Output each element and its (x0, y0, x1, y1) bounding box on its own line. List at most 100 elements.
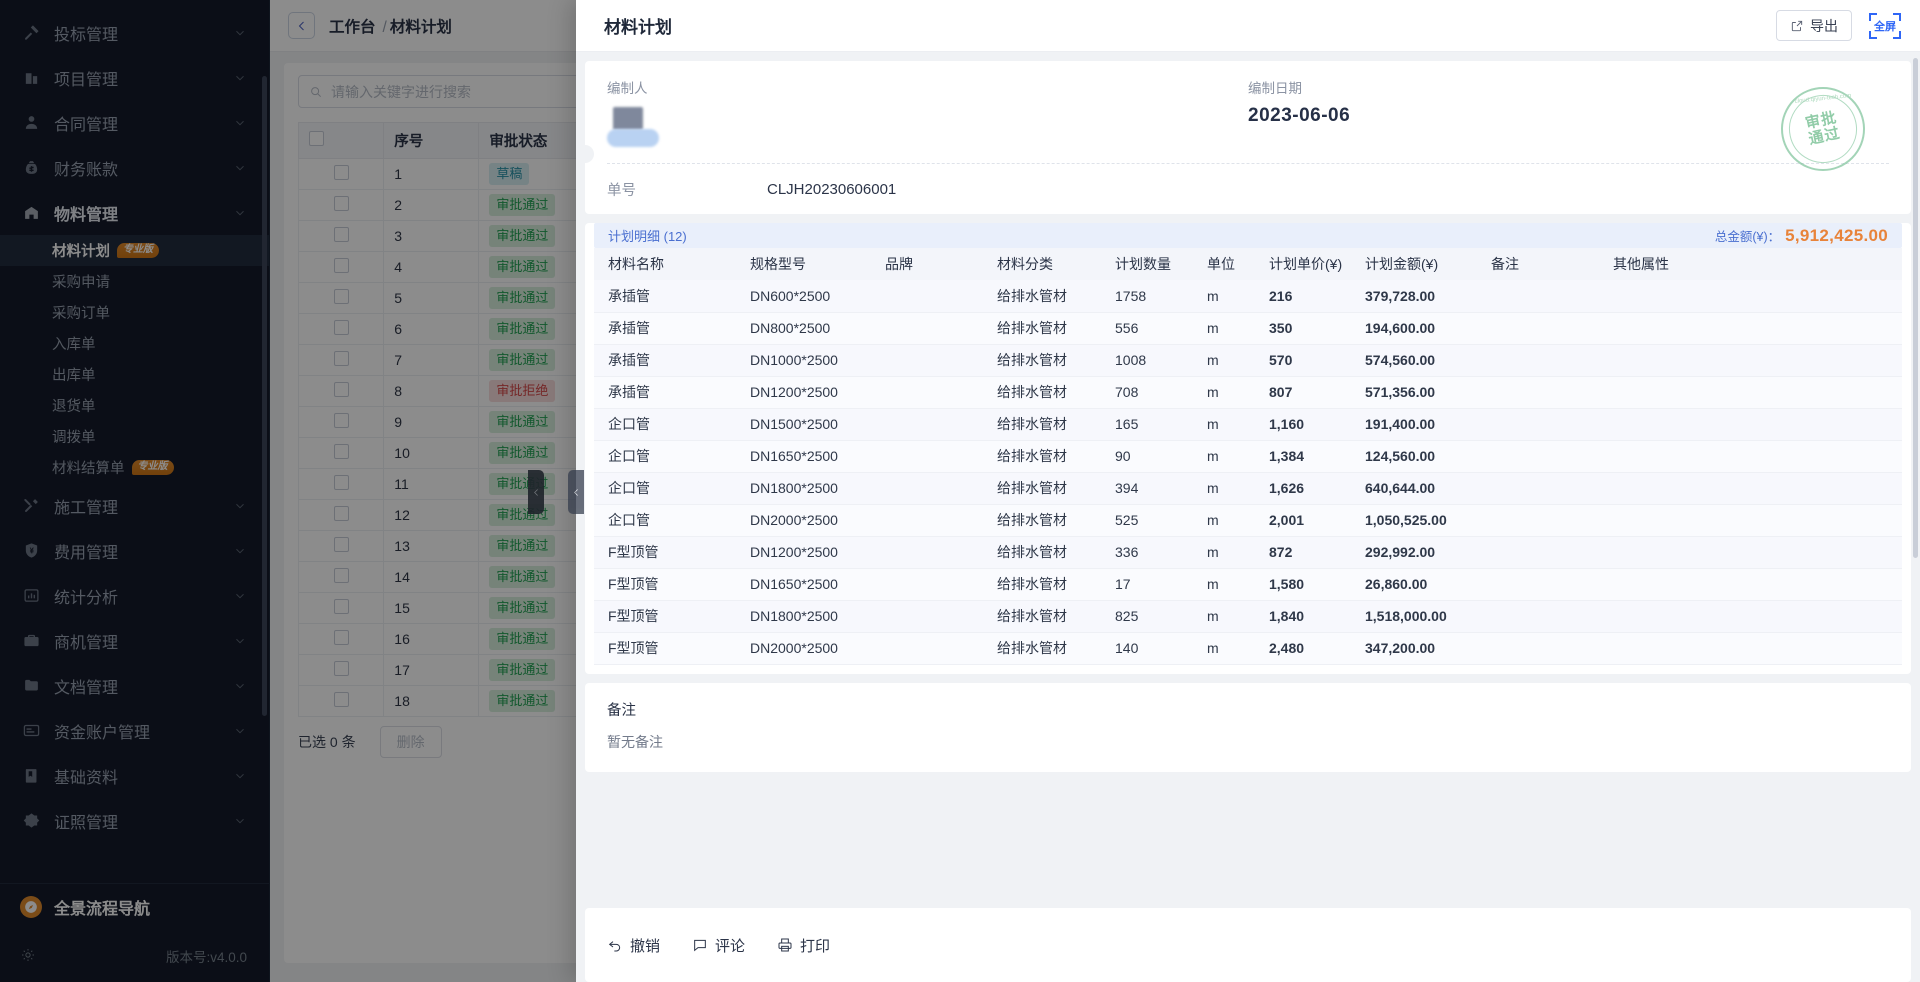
plan-detail-panel: 计划明细 (12) 总金额(¥)： 5,912,425.00 材料名称 规格型号… (585, 223, 1911, 674)
drawer-footer: 撤销 评论 打印 (585, 908, 1911, 982)
detail-cell-quantity: 90 (1109, 440, 1201, 472)
detail-cell-price: 1,384 (1263, 440, 1359, 472)
detail-col-name: 材料名称 (594, 248, 744, 280)
material-plan-drawer: 材料计划 导出 全屏 编制人 (576, 0, 1920, 982)
detail-cell-spec: DN1800*2500 (744, 600, 879, 632)
detail-cell-remark (1485, 312, 1607, 344)
detail-row: 企口管DN1650*2500给排水管材90m1,384124,560.00 (594, 440, 1902, 472)
detail-cell-price: 807 (1263, 376, 1359, 408)
detail-cell-other (1607, 472, 1902, 504)
detail-cell-quantity: 708 (1109, 376, 1201, 408)
detail-cell-remark (1485, 536, 1607, 568)
detail-cell-spec: DN2000*2500 (744, 632, 879, 664)
detail-cell-spec: DN1650*2500 (744, 440, 879, 472)
detail-cell-brand (879, 312, 991, 344)
detail-cell-spec: DN800*2500 (744, 312, 879, 344)
detail-cell-price: 1,580 (1263, 568, 1359, 600)
detail-cell-other (1607, 408, 1902, 440)
drawer-body: 编制人 编制日期 2023-06-06 cloud.qiyun-tech.com (576, 52, 1920, 899)
detail-cell-name: F型顶管 (594, 600, 744, 632)
fullscreen-corner-bl (1869, 31, 1877, 39)
detail-cell-amount: 124,560.00 (1359, 440, 1485, 472)
detail-cell-name: 企口管 (594, 440, 744, 472)
detail-cell-brand (879, 344, 991, 376)
detail-cell-category: 给排水管材 (991, 376, 1109, 408)
comment-label: 评论 (715, 935, 745, 956)
detail-table-head: 材料名称 规格型号 品牌 材料分类 计划数量 单位 计划单价(¥) 计划金额(¥… (594, 248, 1902, 280)
comment-button[interactable]: 评论 (692, 935, 745, 956)
approval-stamp: cloud.qiyun-tech.com 审批 通过 (1781, 87, 1865, 171)
detail-cell-quantity: 394 (1109, 472, 1201, 504)
redaction-block-name (607, 129, 659, 147)
detail-cell-quantity: 165 (1109, 408, 1201, 440)
detail-cell-price: 350 (1263, 312, 1359, 344)
detail-cell-spec: DN1200*2500 (744, 376, 879, 408)
detail-col-brand: 品牌 (879, 248, 991, 280)
export-button[interactable]: 导出 (1776, 10, 1852, 41)
print-button[interactable]: 打印 (777, 935, 830, 956)
detail-cell-price: 2,001 (1263, 504, 1359, 536)
detail-cell-name: 企口管 (594, 504, 744, 536)
detail-cell-unit: m (1201, 344, 1263, 376)
detail-cell-unit: m (1201, 440, 1263, 472)
detail-cell-name: F型顶管 (594, 536, 744, 568)
detail-cell-other (1607, 280, 1902, 312)
remark-panel: 备注 暂无备注 (585, 683, 1911, 772)
detail-cell-other (1607, 440, 1902, 472)
detail-cell-brand (879, 504, 991, 536)
preparer-value-redacted (607, 105, 697, 149)
detail-row: F型顶管DN1200*2500给排水管材336m872292,992.00 (594, 536, 1902, 568)
detail-row: F型顶管DN2000*2500给排水管材140m2,480347,200.00 (594, 632, 1902, 664)
detail-cell-price: 872 (1263, 536, 1359, 568)
redaction-block-avatar (613, 107, 643, 130)
detail-header-row: 材料名称 规格型号 品牌 材料分类 计划数量 单位 计划单价(¥) 计划金额(¥… (594, 248, 1902, 280)
detail-cell-price: 570 (1263, 344, 1359, 376)
detail-row: 承插管DN800*2500给排水管材556m350194,600.00 (594, 312, 1902, 344)
detail-cell-amount: 292,992.00 (1359, 536, 1485, 568)
fullscreen-button[interactable]: 全屏 (1868, 11, 1902, 41)
detail-col-price: 计划单价(¥) (1263, 248, 1359, 280)
detail-cell-category: 给排水管材 (991, 536, 1109, 568)
detail-cell-amount: 26,860.00 (1359, 568, 1485, 600)
remark-body: 暂无备注 (607, 732, 1889, 752)
detail-cell-category: 给排水管材 (991, 504, 1109, 536)
drawer-scrollbar[interactable] (1913, 58, 1918, 558)
detail-cell-category: 给排水管材 (991, 472, 1109, 504)
detail-cell-price: 2,480 (1263, 632, 1359, 664)
detail-cell-brand (879, 600, 991, 632)
detail-cell-other (1607, 536, 1902, 568)
detail-cell-category: 给排水管材 (991, 600, 1109, 632)
detail-cell-price: 1,160 (1263, 408, 1359, 440)
document-info-panel: 编制人 编制日期 2023-06-06 cloud.qiyun-tech.com (585, 61, 1911, 214)
detail-cell-unit: m (1201, 312, 1263, 344)
info-row-top: 编制人 编制日期 2023-06-06 (607, 77, 1889, 149)
detail-cell-unit: m (1201, 600, 1263, 632)
detail-section-label: 计划明细 (12) (608, 226, 1715, 245)
detail-cell-amount: 574,560.00 (1359, 344, 1485, 376)
revoke-label: 撤销 (630, 935, 660, 956)
revoke-button[interactable]: 撤销 (607, 935, 660, 956)
detail-cell-amount: 191,400.00 (1359, 408, 1485, 440)
detail-section-header: 计划明细 (12) 总金额(¥)： 5,912,425.00 (594, 223, 1902, 248)
detail-row: 承插管DN600*2500给排水管材1758m216379,728.00 (594, 280, 1902, 312)
fullscreen-corner-tr (1893, 13, 1901, 21)
remark-title: 备注 (607, 699, 1889, 720)
detail-cell-remark (1485, 472, 1607, 504)
order-number-label: 单号 (607, 179, 767, 200)
export-label: 导出 (1810, 16, 1838, 36)
detail-cell-unit: m (1201, 632, 1263, 664)
detail-cell-unit: m (1201, 568, 1263, 600)
drawer-collapse-handle[interactable] (568, 470, 584, 514)
detail-cell-unit: m (1201, 472, 1263, 504)
fullscreen-corner-br (1893, 31, 1901, 39)
detail-cell-brand (879, 632, 991, 664)
detail-col-category: 材料分类 (991, 248, 1109, 280)
detail-cell-brand (879, 472, 991, 504)
detail-cell-spec: DN1200*2500 (744, 536, 879, 568)
detail-cell-brand (879, 376, 991, 408)
detail-cell-quantity: 525 (1109, 504, 1201, 536)
undo-icon (607, 937, 623, 953)
detail-cell-name: 承插管 (594, 280, 744, 312)
plan-detail-table: 材料名称 规格型号 品牌 材料分类 计划数量 单位 计划单价(¥) 计划金额(¥… (594, 248, 1902, 665)
detail-col-spec: 规格型号 (744, 248, 879, 280)
